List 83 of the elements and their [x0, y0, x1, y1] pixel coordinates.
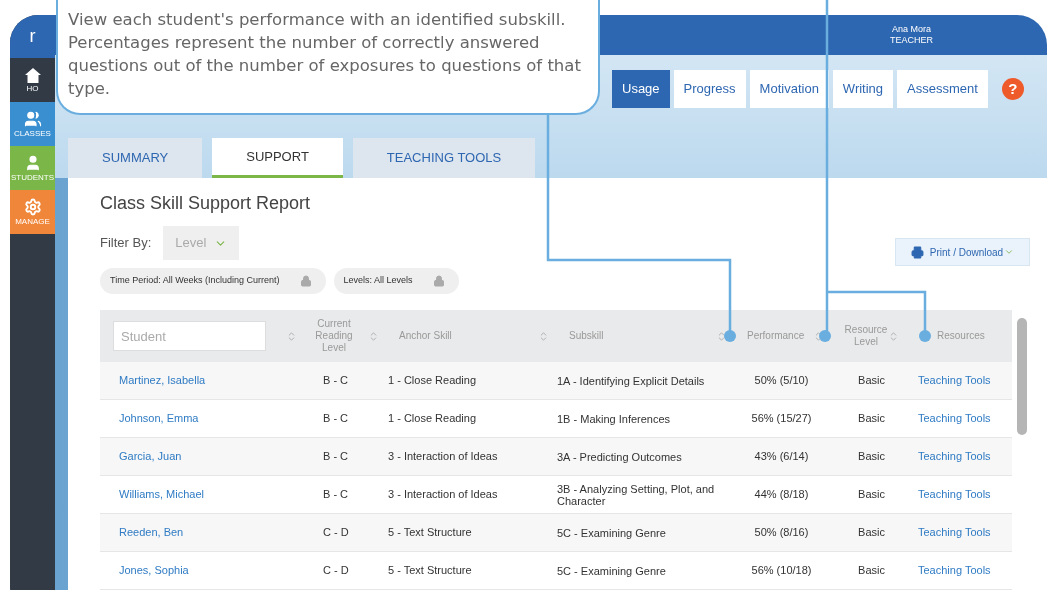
- report-tab[interactable]: TEACHING TOOLS: [352, 138, 536, 178]
- sort-icon[interactable]: [368, 330, 379, 342]
- table-cell-text: 50% (8/16): [753, 525, 810, 541]
- table-cell-text: C - D: [322, 563, 350, 579]
- table-cell-text: 3A - Predicting Outcomes: [556, 450, 683, 463]
- table-cell-text: 50% (5/10): [753, 373, 810, 389]
- table-cell-text: 43% (6/14): [753, 449, 810, 465]
- table-cell-text: 5 - Text Structure: [387, 525, 473, 541]
- table-cell-text: Basic: [857, 563, 886, 579]
- column-header: Performance: [747, 330, 805, 342]
- table-cell-text: 44% (8/18): [753, 487, 810, 503]
- column-header: Resources: [937, 330, 985, 342]
- nav-tab[interactable]: Assessment: [897, 70, 988, 108]
- table-cell-text: Basic: [857, 449, 886, 465]
- people-icon: [23, 110, 42, 128]
- nav-tab[interactable]: Writing: [832, 70, 894, 108]
- column-header: Current Reading Level: [314, 318, 354, 354]
- help-button[interactable]: ?: [1001, 78, 1024, 100]
- table-cell-text: B - C: [322, 487, 350, 503]
- student-link[interactable]: Martinez, Isabella: [100, 372, 305, 389]
- table-cell-text: 56% (10/18): [750, 563, 813, 579]
- sidebar-item[interactable]: CLASSES: [10, 102, 55, 146]
- teaching-tools-link[interactable]: Teaching Tools: [905, 524, 1012, 541]
- student-link[interactable]: Williams, Michael: [100, 486, 305, 503]
- sidebar-item[interactable]: MANAGE: [10, 190, 55, 234]
- lock-icon: [432, 275, 445, 287]
- table-cell-text: Basic: [857, 411, 886, 427]
- print-download-button[interactable]: Print / Download: [895, 238, 1030, 266]
- table-cell-text: 1B - Making Inferences: [556, 412, 672, 425]
- teaching-tools-link[interactable]: Teaching Tools: [905, 410, 1012, 427]
- table-cell-text: B - C: [322, 449, 350, 465]
- student-link[interactable]: Johnson, Emma: [100, 410, 305, 427]
- teaching-tools-link[interactable]: Teaching Tools: [905, 486, 1012, 503]
- caret-icon: [1004, 247, 1015, 257]
- table-cell-text: 1 - Close Reading: [387, 373, 478, 389]
- table-cell-text: 5C - Examining Genre: [556, 526, 667, 539]
- scrollbar[interactable]: [1017, 318, 1027, 435]
- filter-chip: Levels: All Levels: [333, 268, 459, 294]
- column-header: Anchor Skill: [399, 330, 452, 342]
- report-tab[interactable]: SUPPORT: [212, 138, 343, 178]
- filter-chip: Time Period: All Weeks (Including Current): [100, 268, 326, 294]
- table-cell-text: 56% (15/27): [750, 411, 813, 427]
- report-title: Class Skill Support Report: [100, 192, 312, 214]
- nav-tab[interactable]: Usage: [612, 70, 670, 108]
- user-name: Ana Mora: [892, 24, 931, 35]
- gear-icon: [23, 198, 42, 216]
- table-cell-text: B - C: [322, 373, 350, 389]
- sort-icon[interactable]: [286, 330, 297, 342]
- lock-icon: [299, 275, 312, 287]
- student-search-field[interactable]: Student: [113, 321, 266, 351]
- sort-icon[interactable]: [888, 330, 899, 342]
- table-cell-text: 3 - Interaction of Ideas: [387, 449, 499, 465]
- teaching-tools-link[interactable]: Teaching Tools: [905, 562, 1012, 579]
- sort-icon[interactable]: [538, 330, 549, 342]
- filter-label: Filter By:: [100, 234, 152, 253]
- table-cell-text: 1A - Identifying Explicit Details: [556, 374, 706, 387]
- table-cell-text: 5C - Examining Genre: [556, 564, 667, 577]
- logo-text: r: [29, 25, 36, 48]
- home-icon: [24, 67, 41, 83]
- table-cell-text: 5 - Text Structure: [387, 563, 473, 579]
- teaching-tools-link[interactable]: Teaching Tools: [905, 372, 1012, 389]
- report-tab[interactable]: SUMMARY: [68, 138, 203, 178]
- table-cell-text: B - C: [322, 411, 350, 427]
- column-header: Subskill: [569, 330, 604, 342]
- table-cell-text: 3B - Analyzing Setting, Plot, and Character: [556, 482, 716, 507]
- user-role: TEACHER: [890, 35, 933, 46]
- teaching-tools-link[interactable]: Teaching Tools: [905, 448, 1012, 465]
- table-cell-text: Basic: [857, 487, 886, 503]
- table-cell-text: Basic: [857, 373, 886, 389]
- table-cell-text: C - D: [322, 525, 350, 541]
- nav-tab[interactable]: Progress: [673, 70, 746, 108]
- sort-icon[interactable]: [716, 330, 727, 342]
- printer-icon: [910, 245, 924, 259]
- column-header: Resource Level: [844, 324, 888, 348]
- sidebar-item[interactable]: STUDENTS: [10, 146, 55, 190]
- table-cell-text: 1 - Close Reading: [387, 411, 478, 427]
- table-cell-text: 3 - Interaction of Ideas: [387, 487, 499, 503]
- student-link[interactable]: Garcia, Juan: [100, 448, 305, 465]
- student-link[interactable]: Jones, Sophia: [100, 562, 305, 579]
- table-cell-text: Basic: [857, 525, 886, 541]
- student-link[interactable]: Reeden, Ben: [100, 524, 305, 541]
- callout: View each student's performance with an identified subskill. Percentages represent the number of correctly answered questions out of the number of exposures to questions of that type.: [56, 0, 600, 115]
- nav-tab[interactable]: Motivation: [749, 70, 829, 108]
